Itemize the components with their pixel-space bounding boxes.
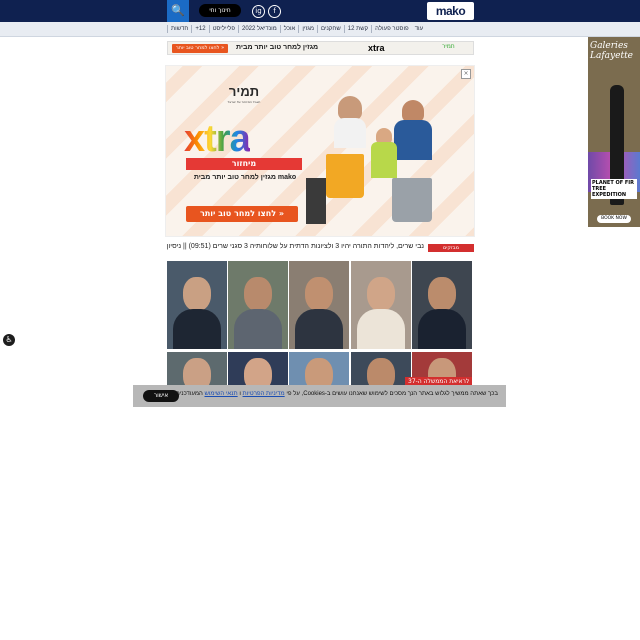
photo-face — [367, 358, 395, 388]
nav-item-mondial[interactable]: מונדיאל 2022 — [238, 25, 280, 33]
photo-tile[interactable] — [289, 261, 349, 349]
ad-person-shirt-2 — [394, 120, 432, 160]
nav-item-12plus[interactable]: 12+ — [191, 25, 208, 33]
ad-orange-bin — [326, 154, 364, 198]
side-ad-headline: Galeries Lafayette — [590, 41, 634, 61]
side-ad[interactable]: Galeries Lafayette PLANET OF FIR TREE EX… — [588, 37, 640, 227]
banner-brand: xtra — [368, 43, 385, 53]
privacy-policy-link[interactable]: מדיניות הפרטיות — [243, 391, 285, 397]
cookie-text-main: בכך שאתה ממשיך לגלוש באתר הנך מסכים לשימ… — [286, 391, 498, 397]
ad-cta-button[interactable]: לחצו למחר טוב יותר » — [186, 206, 298, 222]
ad-grey-bin — [392, 178, 432, 222]
accessibility-icon[interactable]: ♿ — [3, 334, 15, 346]
photo-grid[interactable] — [167, 261, 473, 388]
ticker-text[interactable]: נבי שרים, ליהדות התורה יהיו 3 ולציונות ה… — [167, 243, 424, 250]
photo-suit — [295, 309, 343, 349]
photo-face — [183, 358, 211, 388]
search-button[interactable]: 🔍 — [167, 0, 189, 22]
photo-suit — [418, 309, 466, 349]
ad-person-mother — [338, 96, 362, 120]
cookie-text-and: ו — [239, 391, 241, 397]
ad-person-shirt — [334, 118, 366, 148]
side-ad-promo: PLANET OF FIR TREE EXPEDITION — [591, 179, 637, 199]
banner-text: מגזין למחר טוב יותר מבית — [236, 44, 319, 51]
photo-tile[interactable] — [351, 352, 411, 388]
ad-person-shirt-3 — [371, 142, 397, 178]
nav-item-more[interactable]: עוד — [412, 25, 426, 33]
photo-suit — [357, 309, 405, 349]
photo-tile[interactable] — [351, 261, 411, 349]
facebook-icon[interactable]: f — [268, 5, 281, 18]
nav-item-news[interactable]: חדשות — [167, 25, 191, 33]
nav-item-playlist[interactable]: פלייליסט — [208, 25, 238, 33]
photo-tile[interactable] — [167, 352, 227, 388]
cookie-message: בכך שאתה ממשיך לגלוש באתר הנך מסכים לשימ… — [174, 391, 498, 397]
nav-item-players[interactable]: שחקנים — [317, 25, 344, 33]
ad-brand: xtra — [184, 118, 251, 161]
main-ad[interactable]: × תמיר תאגיד המיחזור של ישראל xtra מיחזו… — [165, 65, 475, 237]
ad-person-legs — [306, 178, 326, 224]
nav-item-poster[interactable]: פוסטר פעולה — [371, 25, 412, 33]
news-ticker: מבזקים נבי שרים, ליהדות התורה יהיו 3 ולצ… — [167, 243, 474, 253]
search-icon: 🔍 — [171, 4, 185, 17]
nav-bar: חדשות 12+ פלייליסט מונדיאל 2022 אוכל מגז… — [0, 22, 640, 37]
banner-sponsor: תמיר — [442, 43, 455, 50]
cookie-text-end: המעודכנים. — [174, 391, 203, 397]
top-header: 🔍 חינוך וחי ig f mako — [0, 0, 640, 22]
main-nav: חדשות 12+ פלייליסט מונדיאל 2022 אוכל מגז… — [167, 22, 474, 36]
nav-item-food[interactable]: אוכל — [279, 25, 299, 33]
photo-tile[interactable] — [228, 261, 288, 349]
photo-face — [305, 358, 333, 388]
photo-face — [244, 277, 272, 311]
photo-tile[interactable] — [228, 352, 288, 388]
ad-sponsor-sub: תאגיד המיחזור של ישראל — [227, 100, 261, 104]
photo-face — [428, 277, 456, 311]
photo-suit — [173, 309, 221, 349]
cookie-consent-bar: אישור בכך שאתה ממשיך לגלוש באתר הנך מסכי… — [133, 385, 506, 407]
mako-logo[interactable]: mako — [427, 2, 474, 20]
ad-close-icon[interactable]: × — [461, 69, 471, 79]
top-banner-ad[interactable]: לחצו למחר טוב יותר » מגזין למחר טוב יותר… — [167, 41, 474, 55]
photo-tile[interactable] — [412, 261, 472, 349]
photo-face — [367, 277, 395, 311]
photo-face — [305, 277, 333, 311]
nav-item-keshet12[interactable]: קשת 12 — [343, 25, 371, 33]
photo-tile[interactable] — [167, 261, 227, 349]
nav-item-magazine[interactable]: מגזין — [298, 25, 317, 33]
ad-sub-brand: מיחזור — [186, 158, 302, 170]
photo-suit — [234, 309, 282, 349]
terms-link[interactable]: תנאי השימוש — [204, 391, 237, 397]
live-button[interactable]: חינוך וחי — [199, 4, 241, 17]
ad-person-father — [402, 100, 424, 122]
side-ad-book-button[interactable]: BOOK NOW — [597, 215, 631, 223]
photo-face — [244, 358, 272, 388]
ticker-label: מבזקים — [428, 244, 474, 252]
photo-tile[interactable] — [289, 352, 349, 388]
photo-face — [183, 277, 211, 311]
ad-brand-text: xtra — [184, 118, 251, 160]
banner-cta-button[interactable]: לחצו למחר טוב יותר » — [172, 44, 228, 53]
instagram-icon[interactable]: ig — [252, 5, 265, 18]
ad-tagline: מגזין למחר טוב יותר מבית mako — [193, 174, 297, 181]
